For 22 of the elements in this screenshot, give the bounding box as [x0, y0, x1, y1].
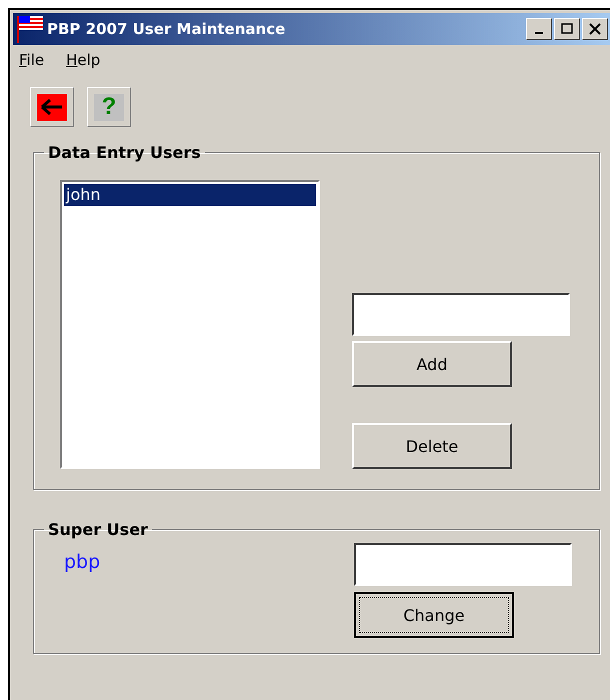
flag-icon: [15, 14, 45, 44]
password-field[interactable]: [354, 543, 572, 586]
maximize-icon: [561, 23, 573, 35]
maximize-button[interactable]: [554, 18, 580, 40]
action-button[interactable]: Change: [354, 592, 514, 638]
action-button[interactable]: Delete: [352, 423, 512, 469]
back-button[interactable]: [30, 87, 74, 127]
menu-item[interactable]: File: [19, 51, 44, 69]
arrow-left-icon: [41, 99, 63, 115]
action-button[interactable]: Add: [352, 341, 512, 387]
close-icon: [589, 23, 601, 35]
list-item[interactable]: john: [64, 184, 316, 206]
menu-item[interactable]: Help: [66, 51, 100, 69]
input-field[interactable]: [352, 293, 570, 336]
super-user-name: pbp: [64, 551, 102, 575]
window-title: PBP 2007 User Maintenance: [47, 20, 286, 38]
user-list[interactable]: john: [60, 180, 320, 469]
minimize-button[interactable]: [526, 18, 552, 40]
minimize-icon: [535, 32, 543, 34]
group-title: Data Entry Users: [47, 143, 202, 162]
close-button[interactable]: [582, 18, 608, 40]
group-title: Super User: [47, 520, 149, 539]
